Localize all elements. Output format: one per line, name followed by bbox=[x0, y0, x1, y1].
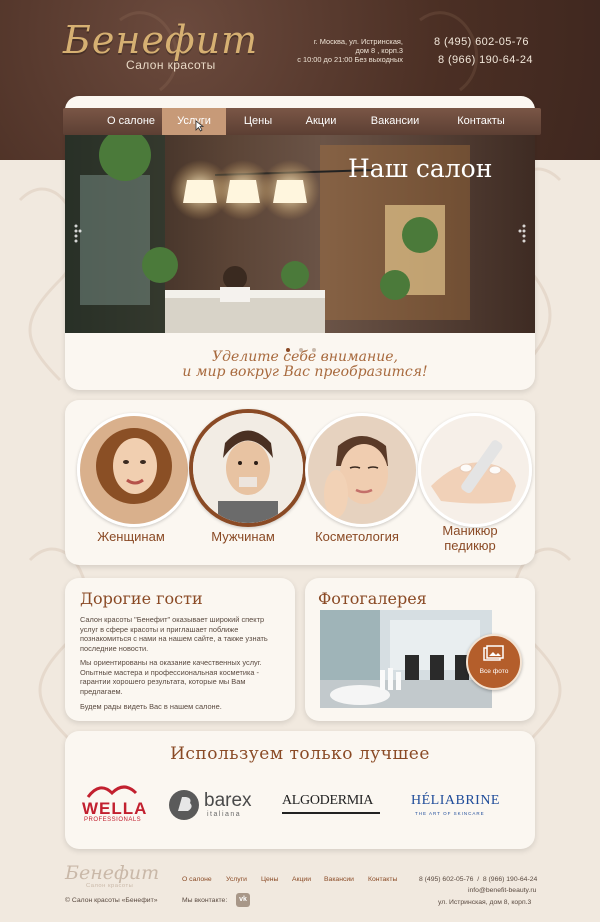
footer-address: ул. Истринская, дом 8, корп.3 bbox=[438, 899, 532, 906]
footer-link-prices[interactable]: Цены bbox=[261, 876, 278, 883]
barex-emblem-icon bbox=[169, 790, 199, 820]
brands-title: Используем только лучшее bbox=[170, 744, 430, 764]
wella-subtitle: PROFESSIONALS bbox=[84, 817, 142, 823]
algodermia-logo[interactable]: ALGODERMIA bbox=[282, 793, 382, 821]
footer-link-promotions[interactable]: Акции bbox=[292, 876, 311, 883]
guests-paragraph-1: Салон красоты "Бенефит" оказывает широки… bbox=[80, 615, 268, 653]
wella-wave-icon bbox=[86, 785, 138, 798]
slider-prev-arrow-icon[interactable] bbox=[73, 223, 83, 245]
all-photos-button[interactable]: Все фото bbox=[466, 634, 522, 690]
header-address: г. Москва, ул. Истринская, дом 8 , корп.… bbox=[273, 37, 403, 64]
footer-phones[interactable]: 8 (495) 602-05-76 / 8 (966) 190-64-24 bbox=[419, 876, 537, 883]
cursor-icon bbox=[195, 120, 205, 132]
guests-paragraph-3: Будем рады видеть Вас в нашем салоне. bbox=[80, 702, 222, 711]
manicure-category-image[interactable] bbox=[418, 413, 532, 527]
address-line-1: г. Москва, ул. Истринская, bbox=[313, 37, 403, 46]
heliabrine-subtitle: THE ART OF SKINCARE bbox=[415, 811, 485, 816]
hero-title: Наш салон bbox=[348, 154, 493, 183]
slider-next-arrow-icon[interactable] bbox=[517, 223, 527, 245]
barex-subtitle: italiana bbox=[207, 811, 242, 818]
footer-link-vacancies[interactable]: Вакансии bbox=[324, 876, 354, 883]
women-category-label[interactable]: Женщинам bbox=[66, 529, 196, 544]
footer-logo-subtitle: Салон красоты bbox=[86, 883, 134, 889]
barex-wordmark: barex bbox=[204, 790, 252, 811]
women-category-image[interactable] bbox=[77, 413, 191, 527]
slogan-line-2: и мир вокруг Вас преобразится! bbox=[182, 364, 428, 380]
footer-email[interactable]: info@benefit-beauty.ru bbox=[468, 887, 536, 894]
nav-prices[interactable]: Цены bbox=[235, 108, 281, 135]
nav-services[interactable]: Услуги bbox=[162, 108, 226, 135]
men-category-label[interactable]: Мужчинам bbox=[178, 529, 308, 544]
algodermia-underline bbox=[282, 812, 380, 814]
slogan-line-1: Уделите себе внимание, bbox=[212, 349, 398, 365]
slogan: Уделите себе внимание, и мир вокруг Вас … bbox=[140, 350, 470, 380]
photo-icon bbox=[483, 645, 504, 661]
gallery-title: Фотогалерея bbox=[318, 589, 427, 608]
manicure-label-line-1: Маникюр bbox=[442, 523, 498, 538]
guests-title: Дорогие гости bbox=[80, 589, 203, 608]
footer-logo[interactable]: Бенефит bbox=[65, 862, 159, 884]
cosmetology-category-label[interactable]: Косметология bbox=[292, 529, 422, 544]
vk-icon[interactable]: vk bbox=[236, 893, 250, 907]
wella-logo[interactable]: WELLA PROFESSIONALS bbox=[80, 783, 150, 827]
nav-contacts[interactable]: Контакты bbox=[446, 108, 516, 135]
phone-2[interactable]: 8 (966) 190-64-24 bbox=[438, 54, 533, 66]
footer-copyright: © Салон красоты «Бенефит» bbox=[65, 897, 158, 904]
logo-subtitle: Салон красоты bbox=[126, 58, 216, 72]
manicure-category-label[interactable]: Маникюр педикюр bbox=[405, 523, 535, 553]
algodermia-wordmark: ALGODERMIA bbox=[282, 793, 374, 808]
footer-link-services[interactable]: Услуги bbox=[226, 876, 247, 883]
barex-logo[interactable]: barex italiana bbox=[168, 789, 263, 825]
working-hours: с 10:00 до 21:00 Без выходных bbox=[297, 55, 403, 64]
nav-vacancies[interactable]: Вакансии bbox=[360, 108, 430, 135]
nav-promotions[interactable]: Акции bbox=[293, 108, 349, 135]
all-photos-label: Все фото bbox=[479, 668, 509, 675]
footer-link-about[interactable]: О салоне bbox=[182, 876, 212, 883]
heliabrine-logo[interactable]: HÉLIABRINE THE ART OF SKINCARE bbox=[411, 793, 521, 821]
footer-link-contacts[interactable]: Контакты bbox=[368, 876, 397, 883]
heliabrine-wordmark: HÉLIABRINE bbox=[411, 793, 500, 808]
men-category-image[interactable] bbox=[189, 409, 307, 527]
manicure-label-line-2: педикюр bbox=[444, 538, 496, 553]
wella-wordmark: WELLA bbox=[82, 799, 148, 818]
guests-paragraph-2: Мы ориентированы на оказание качественны… bbox=[80, 658, 262, 696]
footer-vk-label: Мы вконтакте: bbox=[182, 897, 228, 904]
address-line-2: дом 8 , корп.3 bbox=[355, 46, 403, 55]
logo[interactable]: Бенефит bbox=[63, 18, 258, 62]
cosmetology-category-image[interactable] bbox=[305, 413, 419, 527]
phone-1[interactable]: 8 (495) 602-05-76 bbox=[434, 36, 529, 48]
